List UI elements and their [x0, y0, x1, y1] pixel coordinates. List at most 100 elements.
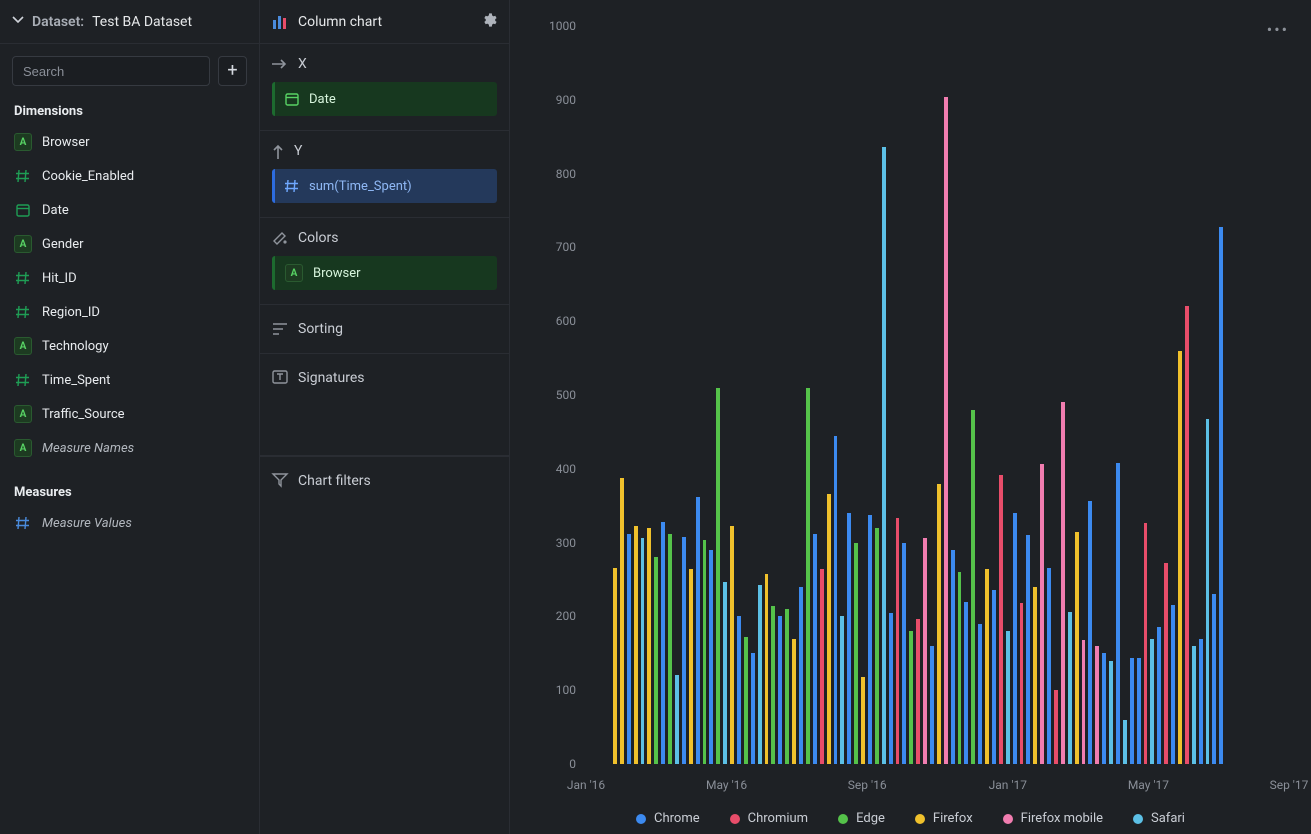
- bar[interactable]: [902, 543, 906, 764]
- legend-item-chromium[interactable]: Chromium: [730, 811, 808, 826]
- bar[interactable]: [951, 550, 955, 764]
- field-gender[interactable]: AGender: [0, 227, 259, 261]
- bar[interactable]: [620, 478, 624, 764]
- legend-item-chrome[interactable]: Chrome: [636, 811, 700, 826]
- bar[interactable]: [751, 653, 755, 764]
- legend-item-firefox[interactable]: Firefox: [915, 811, 973, 826]
- bar[interactable]: [875, 528, 879, 764]
- bar[interactable]: [792, 639, 796, 764]
- gear-icon[interactable]: [481, 12, 497, 32]
- bar[interactable]: [882, 147, 886, 764]
- bar[interactable]: [1075, 532, 1079, 764]
- bar[interactable]: [668, 534, 672, 764]
- bar[interactable]: [1206, 419, 1210, 764]
- field-cookie_enabled[interactable]: Cookie_Enabled: [0, 159, 259, 193]
- bar[interactable]: [985, 569, 989, 764]
- search-input[interactable]: [12, 56, 210, 86]
- bar[interactable]: [806, 388, 810, 764]
- bar[interactable]: [737, 616, 741, 764]
- bar[interactable]: [868, 515, 872, 764]
- bar[interactable]: [723, 582, 727, 764]
- field-technology[interactable]: ATechnology: [0, 329, 259, 363]
- bar[interactable]: [709, 550, 713, 764]
- bar[interactable]: [827, 494, 831, 764]
- bar[interactable]: [978, 624, 982, 764]
- bar[interactable]: [971, 410, 975, 764]
- bar[interactable]: [1033, 587, 1037, 764]
- field-hit_id[interactable]: Hit_ID: [0, 261, 259, 295]
- bar[interactable]: [1171, 605, 1175, 764]
- bar[interactable]: [847, 513, 851, 764]
- sorting-section[interactable]: Sorting: [260, 305, 509, 354]
- bar[interactable]: [861, 677, 865, 764]
- bar[interactable]: [634, 526, 638, 764]
- bar[interactable]: [799, 587, 803, 764]
- bar[interactable]: [1013, 513, 1017, 764]
- bar[interactable]: [1054, 690, 1058, 764]
- bar[interactable]: [1006, 631, 1010, 764]
- bar[interactable]: [1123, 720, 1127, 764]
- bar[interactable]: [654, 557, 658, 764]
- bar[interactable]: [1164, 563, 1168, 764]
- bar[interactable]: [1047, 568, 1051, 764]
- bar[interactable]: [923, 538, 927, 764]
- bar[interactable]: [896, 518, 900, 764]
- bar[interactable]: [1219, 227, 1223, 764]
- bar[interactable]: [1130, 658, 1134, 764]
- bar[interactable]: [785, 609, 789, 764]
- bar[interactable]: [689, 569, 693, 764]
- bar[interactable]: [1061, 402, 1065, 764]
- bar[interactable]: [992, 590, 996, 764]
- bar[interactable]: [771, 606, 775, 764]
- bar[interactable]: [1102, 653, 1106, 764]
- dataset-selector[interactable]: Dataset: Test BA Dataset: [0, 0, 259, 44]
- field-measure-values[interactable]: Measure Values: [0, 506, 259, 540]
- legend-item-firefox-mobile[interactable]: Firefox mobile: [1003, 811, 1103, 826]
- bar[interactable]: [840, 616, 844, 764]
- bar[interactable]: [641, 538, 645, 764]
- bar[interactable]: [964, 602, 968, 764]
- bar[interactable]: [647, 528, 651, 764]
- bar[interactable]: [716, 388, 720, 764]
- bar[interactable]: [1212, 594, 1216, 764]
- bar[interactable]: [958, 572, 962, 764]
- bar[interactable]: [730, 526, 734, 764]
- bar[interactable]: [1026, 535, 1030, 764]
- bar[interactable]: [1109, 661, 1113, 764]
- bar[interactable]: [854, 543, 858, 764]
- bar[interactable]: [627, 534, 631, 764]
- bar[interactable]: [613, 568, 617, 764]
- bar[interactable]: [909, 631, 913, 764]
- bar[interactable]: [682, 537, 686, 764]
- field-time_spent[interactable]: Time_Spent: [0, 363, 259, 397]
- bar[interactable]: [1040, 464, 1044, 764]
- colors-chip-browser[interactable]: A Browser: [272, 256, 497, 290]
- chart-type-selector[interactable]: Column chart: [272, 14, 382, 30]
- bar[interactable]: [937, 484, 941, 764]
- bar[interactable]: [1157, 627, 1161, 764]
- y-chip-timespent[interactable]: sum(Time_Spent): [272, 169, 497, 203]
- bar[interactable]: [1144, 523, 1148, 764]
- bar[interactable]: [1095, 646, 1099, 764]
- x-chip-date[interactable]: Date: [272, 82, 497, 116]
- field-measure-names[interactable]: AMeasure Names: [0, 431, 259, 465]
- bar[interactable]: [703, 540, 707, 764]
- bar[interactable]: [1137, 658, 1141, 764]
- bar[interactable]: [1068, 612, 1072, 764]
- bar[interactable]: [1192, 646, 1196, 764]
- legend-item-safari[interactable]: Safari: [1133, 811, 1185, 826]
- field-browser[interactable]: ABrowser: [0, 125, 259, 159]
- bar[interactable]: [778, 616, 782, 764]
- bar[interactable]: [1199, 639, 1203, 764]
- bar[interactable]: [744, 637, 748, 764]
- bar[interactable]: [930, 646, 934, 764]
- bar[interactable]: [1178, 351, 1182, 764]
- bar[interactable]: [661, 522, 665, 764]
- bar[interactable]: [916, 619, 920, 764]
- legend-item-edge[interactable]: Edge: [838, 811, 885, 826]
- bar[interactable]: [999, 475, 1003, 764]
- filters-section[interactable]: Chart filters: [260, 456, 509, 834]
- field-traffic_source[interactable]: ATraffic_Source: [0, 397, 259, 431]
- bar[interactable]: [834, 436, 838, 764]
- bar[interactable]: [1150, 639, 1154, 764]
